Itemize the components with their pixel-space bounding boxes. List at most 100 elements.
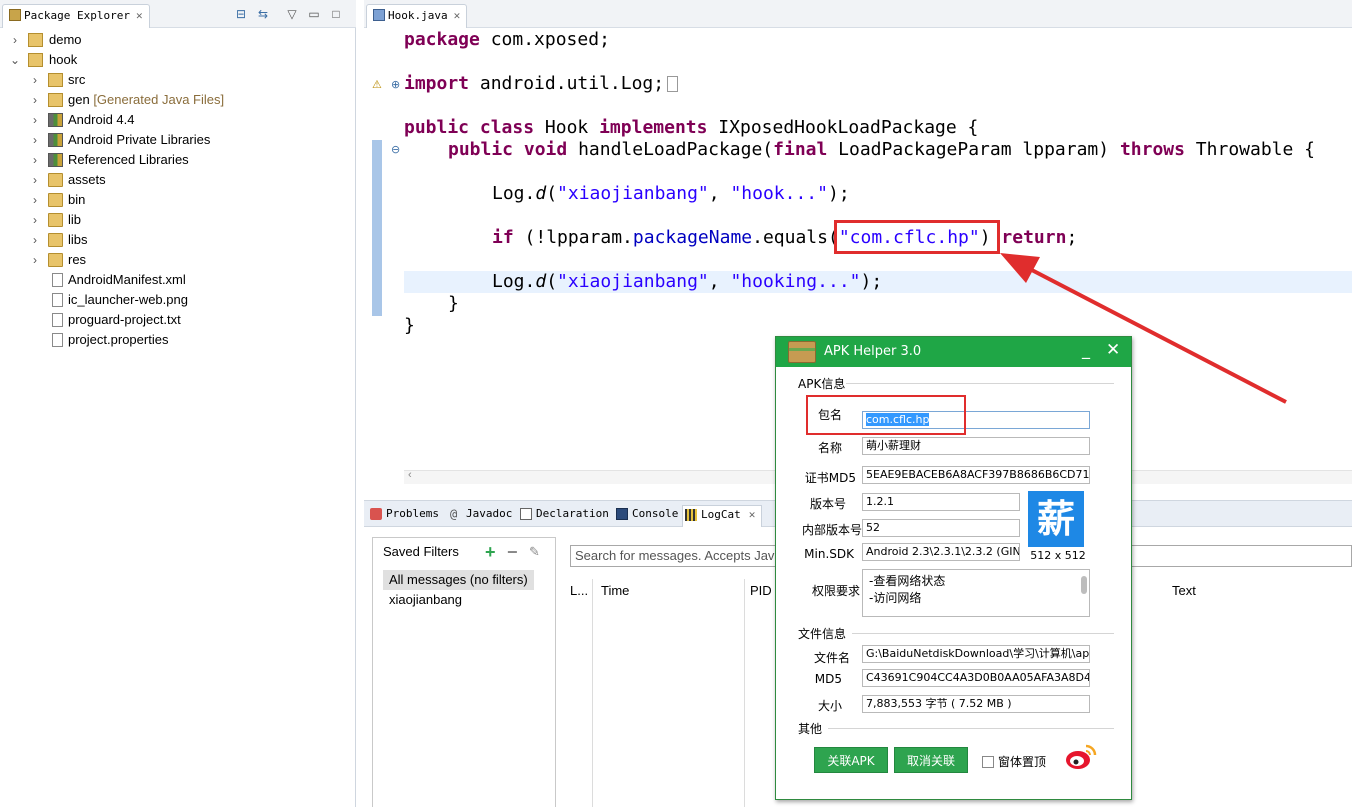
link-with-editor-icon[interactable]: ⇆	[255, 6, 271, 22]
tree-item[interactable]: › assets	[0, 170, 350, 190]
tree-item[interactable]: › lib	[0, 210, 350, 230]
chevron-down-icon[interactable]: ⌄	[10, 50, 20, 70]
apk-helper-dialog: APK Helper 3.0 _ ✕ APK信息 包名 com.cflc.hp …	[775, 336, 1132, 800]
chevron-right-icon[interactable]: ›	[30, 210, 40, 230]
chevron-right-icon[interactable]: ›	[30, 190, 40, 210]
tree-item[interactable]: proguard-project.txt	[0, 310, 350, 330]
tab-problems[interactable]: Problems	[368, 505, 439, 527]
version-field[interactable]: 1.2.1	[862, 493, 1020, 511]
md5-field[interactable]: C43691C904CC4A3D0B0AA05AFA3A8D4F	[862, 669, 1090, 687]
column-level[interactable]: L...	[570, 583, 588, 598]
tree-item-label: res	[68, 252, 87, 267]
declaration-icon	[520, 508, 532, 520]
tree-item[interactable]: › demo	[0, 30, 350, 50]
code-line-class: public class Hook implements IXposedHook…	[404, 117, 979, 138]
chevron-right-icon[interactable]: ›	[30, 150, 40, 170]
expand-fold-icon[interactable]: ⊕	[391, 78, 400, 91]
dialog-title: APK Helper 3.0	[824, 344, 922, 359]
tree-item[interactable]: › Android Private Libraries	[0, 130, 350, 150]
tree-item[interactable]: › gen [Generated Java Files]	[0, 90, 350, 110]
collapse-fold-icon[interactable]: ⊖	[391, 143, 400, 156]
tree-item[interactable]: ⌄ hook	[0, 50, 350, 70]
filter-all-messages[interactable]: All messages (no filters)	[383, 570, 534, 590]
chevron-right-icon[interactable]: ›	[10, 30, 20, 50]
close-icon[interactable]: ✕	[136, 9, 143, 22]
tree-item[interactable]: › src	[0, 70, 350, 90]
close-icon[interactable]: ✕	[749, 508, 756, 521]
weibo-icon[interactable]	[1064, 741, 1098, 771]
source-folder-icon	[48, 93, 63, 107]
minimize-icon[interactable]: ▭	[306, 6, 322, 22]
permissions-scrollbar[interactable]	[1081, 576, 1087, 594]
associate-apk-button[interactable]: 关联APK	[814, 747, 888, 773]
checkbox-box[interactable]	[982, 756, 994, 768]
tree-item-label: AndroidManifest.xml	[68, 272, 186, 287]
close-icon[interactable]: ✕	[1106, 340, 1120, 360]
column-separator	[592, 579, 593, 807]
change-ruler	[372, 140, 382, 316]
javadoc-icon: @	[450, 507, 458, 521]
tree-item-decoration: [Generated Java Files]	[89, 92, 225, 107]
app-icon-preview: 薪	[1028, 491, 1084, 547]
folder-icon	[48, 253, 63, 267]
close-icon[interactable]: ✕	[454, 9, 461, 22]
chevron-right-icon[interactable]: ›	[30, 230, 40, 250]
code-line-log-hook: Log.d("xiaojianbang", "hook...");	[492, 183, 850, 204]
unassociate-button[interactable]: 取消关联	[894, 747, 968, 773]
tab-logcat[interactable]: LogCat ✕	[682, 505, 763, 527]
inner-version-field[interactable]: 52	[862, 519, 1020, 537]
xml-file-icon	[52, 273, 63, 287]
chevron-right-icon[interactable]: ›	[30, 250, 40, 270]
tab-package-explorer[interactable]: Package Explorer ✕	[2, 4, 150, 28]
column-time[interactable]: Time	[601, 583, 629, 598]
library-icon	[48, 113, 63, 127]
tree-item[interactable]: AndroidManifest.xml	[0, 270, 350, 290]
apk-helper-logo-icon	[788, 341, 816, 363]
tree-item[interactable]: › Android 4.4	[0, 110, 350, 130]
tab-console[interactable]: Console	[614, 505, 678, 527]
name-field[interactable]: 萌小薪理财	[862, 437, 1090, 455]
tree-item-label: Android 4.4	[68, 112, 135, 127]
tree-item[interactable]: › Referenced Libraries	[0, 150, 350, 170]
tree-item-label: demo	[49, 32, 82, 47]
tree-item[interactable]: › libs	[0, 230, 350, 250]
cert-md5-field[interactable]: 5EAE9EBACEB6A8ACF397B8686B6CD71B	[862, 466, 1090, 484]
chevron-right-icon[interactable]: ›	[30, 70, 40, 90]
code-line-1: package com.xposed;	[404, 29, 610, 50]
tree-item-label: Referenced Libraries	[68, 152, 189, 167]
tree-item[interactable]: project.properties	[0, 330, 350, 350]
always-on-top-checkbox[interactable]: 窗体置顶	[982, 753, 1046, 770]
dialog-titlebar[interactable]: APK Helper 3.0 _ ✕	[776, 337, 1131, 367]
chevron-right-icon[interactable]: ›	[30, 110, 40, 130]
column-pid[interactable]: PID	[750, 583, 772, 598]
maximize-icon[interactable]: □	[328, 6, 344, 22]
tree-item[interactable]: › res	[0, 250, 350, 270]
add-filter-icon[interactable]: +	[485, 542, 496, 563]
chevron-right-icon[interactable]: ›	[30, 130, 40, 150]
remove-filter-icon[interactable]: −	[507, 542, 518, 563]
min-sdk-field[interactable]: Android 2.3\2.3.1\2.3.2 (GING	[862, 543, 1020, 561]
minimize-icon[interactable]: _	[1082, 340, 1090, 359]
view-menu-icon[interactable]: ▽	[284, 6, 300, 22]
warning-lightbulb-icon[interactable]: ⚠	[372, 78, 382, 91]
tree-item[interactable]: ic_launcher-web.png	[0, 290, 350, 310]
java-file-icon	[373, 9, 385, 21]
chevron-right-icon[interactable]: ›	[30, 170, 40, 190]
filter-xiaojianbang[interactable]: xiaojianbang	[383, 590, 468, 610]
image-file-icon	[52, 293, 63, 307]
tree-item-label: proguard-project.txt	[68, 312, 181, 327]
tab-javadoc[interactable]: @ Javadoc	[448, 505, 512, 527]
tree-item[interactable]: › bin	[0, 190, 350, 210]
permissions-list[interactable]: -查看网络状态 -访问网络	[862, 569, 1090, 617]
tab-hook-java[interactable]: Hook.java ✕	[366, 4, 468, 28]
collapse-all-icon[interactable]: ⊟	[233, 6, 249, 22]
size-field[interactable]: 7,883,553 字节 ( 7.52 MB )	[862, 695, 1090, 713]
divider	[852, 633, 1114, 634]
source-folder-icon	[48, 73, 63, 87]
filename-field[interactable]: G:\BaiduNetdiskDownload\学习\计算机\app爬	[862, 645, 1090, 663]
chevron-right-icon[interactable]: ›	[30, 90, 40, 110]
column-text[interactable]: Text	[1172, 583, 1196, 598]
edit-filter-icon[interactable]: ✎	[529, 544, 540, 560]
tab-declaration[interactable]: Declaration	[518, 505, 609, 527]
name-label: 名称	[817, 441, 842, 455]
